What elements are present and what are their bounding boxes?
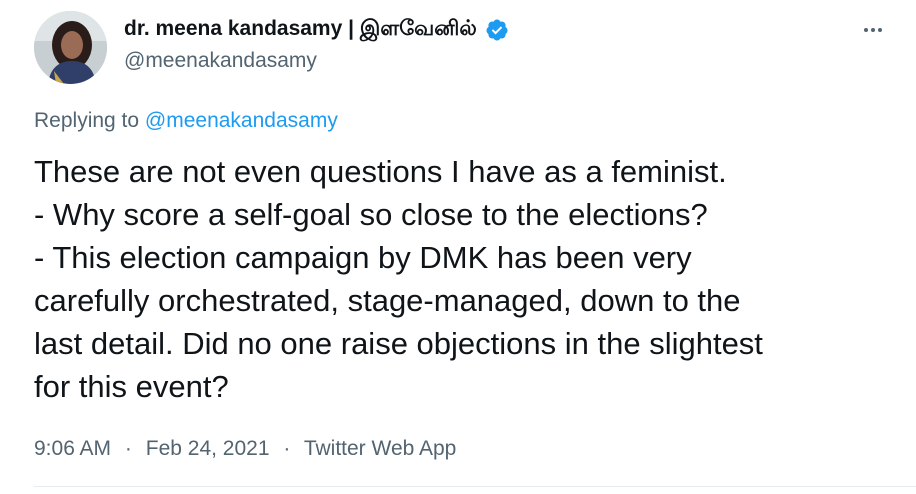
tweet-line: These are not even questions I have as a… bbox=[34, 154, 727, 189]
tweet-metadata: 9:06 AM · Feb 24, 2021 · Twitter Web App bbox=[34, 437, 456, 461]
tweet-source-app-link[interactable]: Twitter Web App bbox=[304, 437, 457, 460]
tweet-line: - Why score a self-goal so close to the … bbox=[34, 197, 708, 232]
divider bbox=[34, 486, 916, 487]
author-handle[interactable]: @meenakandasamy bbox=[124, 49, 317, 73]
tweet-line: - This election campaign by DMK has been… bbox=[34, 240, 692, 275]
tweet-date-link[interactable]: Feb 24, 2021 bbox=[146, 437, 270, 460]
author-name-row[interactable]: dr. meena kandasamy | இளவேனில் bbox=[124, 17, 509, 43]
more-options-button[interactable] bbox=[857, 18, 889, 42]
tweet-text: These are not even questions I have as a… bbox=[34, 150, 894, 408]
tweet-time-link[interactable]: 9:06 AM bbox=[34, 437, 111, 460]
separator-dot: · bbox=[124, 437, 132, 460]
separator-dot: · bbox=[283, 437, 291, 460]
tweet-line: last detail. Did no one raise objections… bbox=[34, 326, 763, 361]
tweet-line: for this event? bbox=[34, 369, 229, 404]
avatar[interactable] bbox=[34, 11, 107, 84]
avatar-image bbox=[34, 11, 107, 84]
replying-to: Replying to @meenakandasamy bbox=[34, 109, 338, 133]
replying-to-label: Replying to bbox=[34, 109, 140, 132]
tweet-line: carefully orchestrated, stage-managed, d… bbox=[34, 283, 741, 318]
author-name[interactable]: dr. meena kandasamy | இளவேனில் bbox=[124, 17, 477, 43]
more-options-icon bbox=[864, 28, 882, 32]
verified-badge-icon bbox=[486, 19, 508, 41]
replying-to-handle-link[interactable]: @meenakandasamy bbox=[145, 109, 338, 132]
